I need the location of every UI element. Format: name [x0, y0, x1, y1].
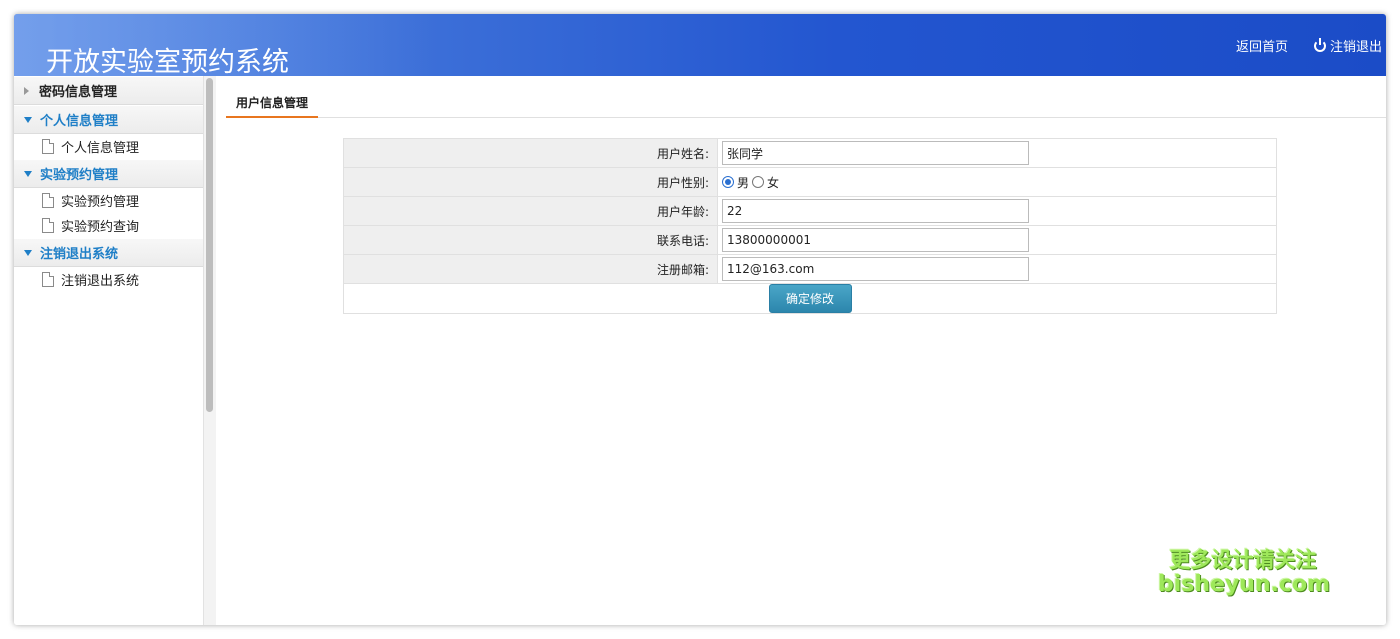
- caret-down-icon: [24, 249, 32, 256]
- form-row-submit: 确定修改: [343, 283, 1277, 314]
- watermark: 更多设计请关注 bisheyun.com: [1158, 548, 1331, 598]
- sidebar-item-booking-manage[interactable]: 实验预约管理: [14, 188, 203, 213]
- home-link[interactable]: 返回首页: [1236, 36, 1288, 55]
- sidebar-scrollbar[interactable]: [206, 78, 213, 412]
- gender-female-radio[interactable]: [752, 176, 765, 188]
- document-icon: [42, 193, 54, 208]
- caret-right-icon: [24, 86, 29, 95]
- form-row-email: 注册邮箱:: [343, 254, 1277, 284]
- document-icon: [42, 139, 54, 154]
- sidebar-group-booking[interactable]: 实验预约管理: [14, 159, 203, 188]
- email-input[interactable]: [722, 257, 1029, 281]
- document-icon: [42, 218, 54, 233]
- sidebar-group-label: 注销退出系统: [40, 247, 119, 262]
- sidebar-item-personal-info[interactable]: 个人信息管理: [14, 134, 203, 159]
- sidebar-group-password[interactable]: 密码信息管理: [14, 76, 203, 105]
- app-title: 开放实验室预约系统: [46, 47, 289, 76]
- gender-female-label: 女: [767, 175, 780, 190]
- gender-male-radio[interactable]: [722, 176, 734, 188]
- sidebar-item-label: 实验预约查询: [61, 220, 140, 235]
- watermark-line1: 更多设计请关注: [1169, 548, 1317, 572]
- power-icon: [1313, 37, 1326, 52]
- sidebar: 密码信息管理 个人信息管理 个人信息管理 实验预约管理 实验预约管理 实验预约查…: [14, 76, 204, 625]
- sidebar-group-label: 个人信息管理: [40, 114, 119, 129]
- form-row-phone: 联系电话:: [343, 225, 1277, 255]
- name-input[interactable]: [722, 141, 1029, 165]
- phone-label: 联系电话:: [343, 225, 718, 255]
- name-label: 用户姓名:: [343, 138, 718, 168]
- main-content: 用户信息管理 用户姓名: 用户性别: 男 女: [216, 76, 1386, 625]
- age-label: 用户年龄:: [343, 196, 718, 226]
- logout-link[interactable]: 注销退出: [1313, 36, 1382, 55]
- sidebar-group-label: 实验预约管理: [40, 168, 119, 183]
- app-window: 开放实验室预约系统 返回首页 注销退出 密码信息管理 个人信息管理 个人信息管理…: [14, 14, 1386, 625]
- caret-down-icon: [24, 116, 32, 123]
- document-icon: [42, 272, 54, 287]
- logout-label: 注销退出: [1329, 40, 1382, 55]
- form-row-gender: 用户性别: 男 女: [343, 167, 1277, 197]
- sidebar-item-label: 实验预约管理: [61, 195, 140, 210]
- form-row-age: 用户年龄:: [343, 196, 1277, 226]
- gender-radio-group: 男 女: [722, 174, 1276, 191]
- sidebar-item-label: 个人信息管理: [61, 141, 140, 156]
- form-row-name: 用户姓名:: [343, 138, 1277, 168]
- tab-user-info[interactable]: 用户信息管理: [226, 88, 319, 118]
- sidebar-group-label: 密码信息管理: [39, 85, 118, 100]
- watermark-line2: bisheyun.com: [1158, 572, 1331, 598]
- tab-bar: 用户信息管理: [226, 88, 1386, 118]
- sidebar-item-label: 注销退出系统: [61, 274, 140, 289]
- email-label: 注册邮箱:: [343, 254, 718, 284]
- header-links: 返回首页 注销退出: [1236, 36, 1382, 55]
- header-bar: 开放实验室预约系统 返回首页 注销退出: [14, 14, 1386, 76]
- submit-button[interactable]: 确定修改: [768, 284, 852, 313]
- sidebar-group-personal[interactable]: 个人信息管理: [14, 105, 203, 134]
- user-info-form: 用户姓名: 用户性别: 男 女 用户年龄:: [343, 138, 1277, 314]
- sidebar-group-logout[interactable]: 注销退出系统: [14, 238, 203, 267]
- sidebar-item-logout[interactable]: 注销退出系统: [14, 267, 203, 292]
- sidebar-item-booking-query[interactable]: 实验预约查询: [14, 213, 203, 238]
- gender-male-label: 男: [737, 175, 750, 190]
- phone-input[interactable]: [722, 228, 1029, 252]
- age-input[interactable]: [722, 199, 1029, 223]
- caret-down-icon: [24, 170, 32, 177]
- gender-label: 用户性别:: [343, 167, 718, 197]
